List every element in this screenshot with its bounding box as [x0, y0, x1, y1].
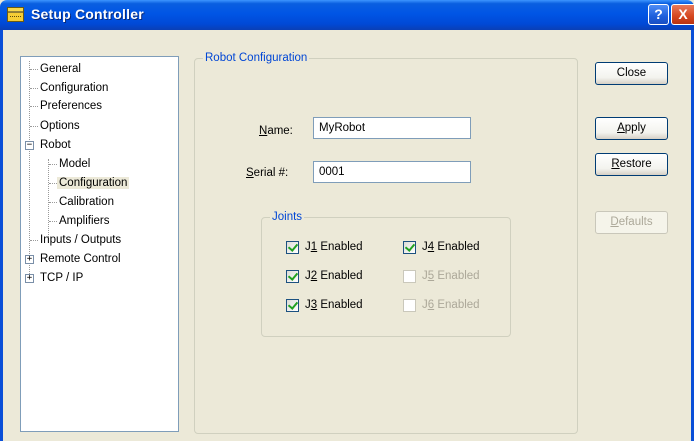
close-window-button[interactable]: X — [671, 4, 694, 25]
j6-label: J6 Enabled — [422, 299, 480, 311]
tree-branch — [30, 106, 38, 107]
joints-legend: Joints — [270, 210, 305, 224]
name-label: Name: — [259, 125, 293, 137]
j1-enabled-checkbox[interactable]: J1 Enabled — [286, 239, 363, 255]
robot-name-input[interactable]: MyRobot — [313, 117, 471, 139]
checkbox-unchecked-icon — [403, 269, 416, 283]
help-button[interactable]: ? — [648, 4, 669, 25]
j3-enabled-checkbox[interactable]: J3 Enabled — [286, 297, 363, 313]
j2-label: J2 Enabled — [305, 270, 363, 282]
robot-configuration-legend: Robot Configuration — [203, 51, 310, 65]
apply-button[interactable]: Apply — [595, 117, 668, 140]
close-button[interactable]: Close — [595, 62, 668, 85]
tree-item-general[interactable]: General — [38, 60, 83, 78]
tree-item-remote-control[interactable]: Remote Control — [38, 250, 123, 268]
settings-tree[interactable]: General Configuration Preferences Option… — [20, 56, 179, 432]
tree-branch — [49, 183, 57, 184]
tree-item-options[interactable]: Options — [38, 117, 82, 135]
tree-item-robot-model[interactable]: Model — [57, 155, 92, 173]
expand-tcp-ip-icon[interactable]: + — [25, 274, 34, 283]
tree-item-robot-amplifiers[interactable]: Amplifiers — [57, 212, 111, 230]
tree-item-robot[interactable]: Robot — [38, 136, 73, 154]
tree-branch — [30, 69, 38, 70]
tree-branch — [49, 164, 57, 165]
defaults-button[interactable]: Defaults — [595, 211, 668, 234]
checkbox-checked-icon — [403, 240, 416, 254]
j1-label: J1 Enabled — [305, 241, 363, 253]
window-title: Setup Controller — [31, 6, 144, 22]
tree-item-robot-calibration[interactable]: Calibration — [57, 193, 116, 211]
tree-branch — [49, 202, 57, 203]
serial-label: Serial #: — [246, 167, 289, 179]
checkbox-checked-icon — [286, 269, 299, 283]
tree-item-robot-configuration[interactable]: Configuration — [57, 174, 130, 192]
tree-item-inputs-outputs[interactable]: Inputs / Outputs — [38, 231, 123, 249]
checkbox-checked-icon — [286, 298, 299, 312]
checkbox-unchecked-icon — [403, 298, 416, 312]
tree-item-configuration[interactable]: Configuration — [38, 79, 110, 97]
expand-remote-control-icon[interactable]: + — [25, 255, 34, 264]
j6-enabled-checkbox[interactable]: J6 Enabled — [403, 297, 480, 313]
window-border-left — [0, 30, 3, 441]
tree-item-tcp-ip[interactable]: TCP / IP — [38, 269, 85, 287]
app-icon — [7, 7, 24, 22]
collapse-robot-icon[interactable]: − — [25, 141, 34, 150]
restore-button[interactable]: Restore — [595, 153, 668, 176]
j4-label: J4 Enabled — [422, 241, 480, 253]
j2-enabled-checkbox[interactable]: J2 Enabled — [286, 268, 363, 284]
checkbox-checked-icon — [286, 240, 299, 254]
j5-enabled-checkbox[interactable]: J5 Enabled — [403, 268, 480, 284]
tree-branch — [30, 240, 38, 241]
title-bar[interactable]: Setup Controller ? X — [0, 0, 694, 30]
j5-label: J5 Enabled — [422, 270, 480, 282]
serial-number-input[interactable]: 0001 — [313, 161, 471, 183]
j4-enabled-checkbox[interactable]: J4 Enabled — [403, 239, 480, 255]
tree-branch — [30, 88, 38, 89]
tree-branch — [49, 221, 57, 222]
j3-label: J3 Enabled — [305, 299, 363, 311]
tree-connector — [48, 159, 49, 239]
tree-connector — [29, 61, 30, 278]
tree-branch — [30, 126, 38, 127]
tree-item-preferences[interactable]: Preferences — [38, 97, 104, 115]
